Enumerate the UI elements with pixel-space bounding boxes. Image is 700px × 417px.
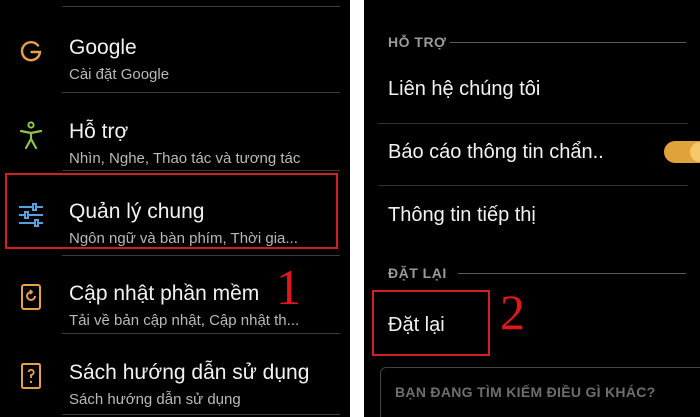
settings-item-google[interactable]: Google Cài đặt Google bbox=[0, 10, 350, 94]
settings-item-subtitle: Sách hướng dẫn sử dụng bbox=[69, 391, 241, 408]
list-divider bbox=[62, 6, 340, 7]
settings-item-subtitle: Nhìn, Nghe, Thao tác và tương tác bbox=[69, 150, 301, 167]
list-divider bbox=[62, 333, 340, 334]
settings-item-user-manual[interactable]: Sách hướng dẫn sử dụng Sách hướng dẫn sử… bbox=[0, 335, 350, 417]
list-divider bbox=[378, 185, 688, 186]
panel-divider bbox=[350, 0, 364, 417]
step-number-1: 1 bbox=[276, 259, 301, 315]
search-suggestion-box[interactable]: BẠN ĐANG TÌM KIẾM ĐIỀU GÌ KHÁC? bbox=[380, 367, 700, 417]
list-divider bbox=[62, 170, 340, 171]
general-management-panel: HỖ TRỢ Liên hệ chúng tôi Báo cáo thông t… bbox=[364, 0, 700, 417]
list-divider bbox=[378, 123, 688, 124]
highlight-box-general-management bbox=[5, 173, 338, 249]
section-header-line bbox=[450, 42, 686, 43]
list-divider bbox=[62, 92, 340, 93]
highlight-box-reset bbox=[372, 290, 490, 356]
section-header-line bbox=[458, 273, 686, 274]
list-divider bbox=[62, 414, 340, 415]
settings-item-title: Cập nhật phần mềm bbox=[69, 282, 260, 305]
search-prompt-text: BẠN ĐANG TÌM KIẾM ĐIỀU GÌ KHÁC? bbox=[395, 384, 656, 400]
marketing-info-item[interactable]: Thông tin tiếp thị bbox=[388, 204, 536, 227]
settings-item-title: Google bbox=[69, 36, 137, 59]
accessibility-icon bbox=[19, 121, 43, 150]
settings-item-title: Hỗ trợ bbox=[69, 120, 129, 143]
section-header-support: HỖ TRỢ bbox=[388, 34, 447, 50]
software-update-icon bbox=[21, 284, 41, 310]
google-g-icon bbox=[20, 41, 42, 62]
settings-item-accessibility[interactable]: Hỗ trợ Nhìn, Nghe, Thao tác và tương tác bbox=[0, 94, 350, 178]
settings-item-title: Sách hướng dẫn sử dụng bbox=[69, 361, 310, 384]
step-number-2: 2 bbox=[500, 284, 525, 340]
contact-us-item[interactable]: Liên hệ chúng tôi bbox=[388, 78, 540, 101]
toggle-knob bbox=[690, 142, 700, 162]
settings-list-panel: Google Cài đặt Google Hỗ trợ Nhìn, Nghe,… bbox=[0, 0, 350, 417]
settings-item-subtitle: Cài đặt Google bbox=[69, 66, 170, 83]
diagnostic-report-toggle[interactable] bbox=[664, 141, 700, 163]
user-manual-icon bbox=[21, 363, 41, 389]
section-header-reset: ĐẶT LẠI bbox=[388, 265, 447, 281]
diagnostic-report-item[interactable]: Báo cáo thông tin chẩn.. bbox=[388, 141, 604, 164]
